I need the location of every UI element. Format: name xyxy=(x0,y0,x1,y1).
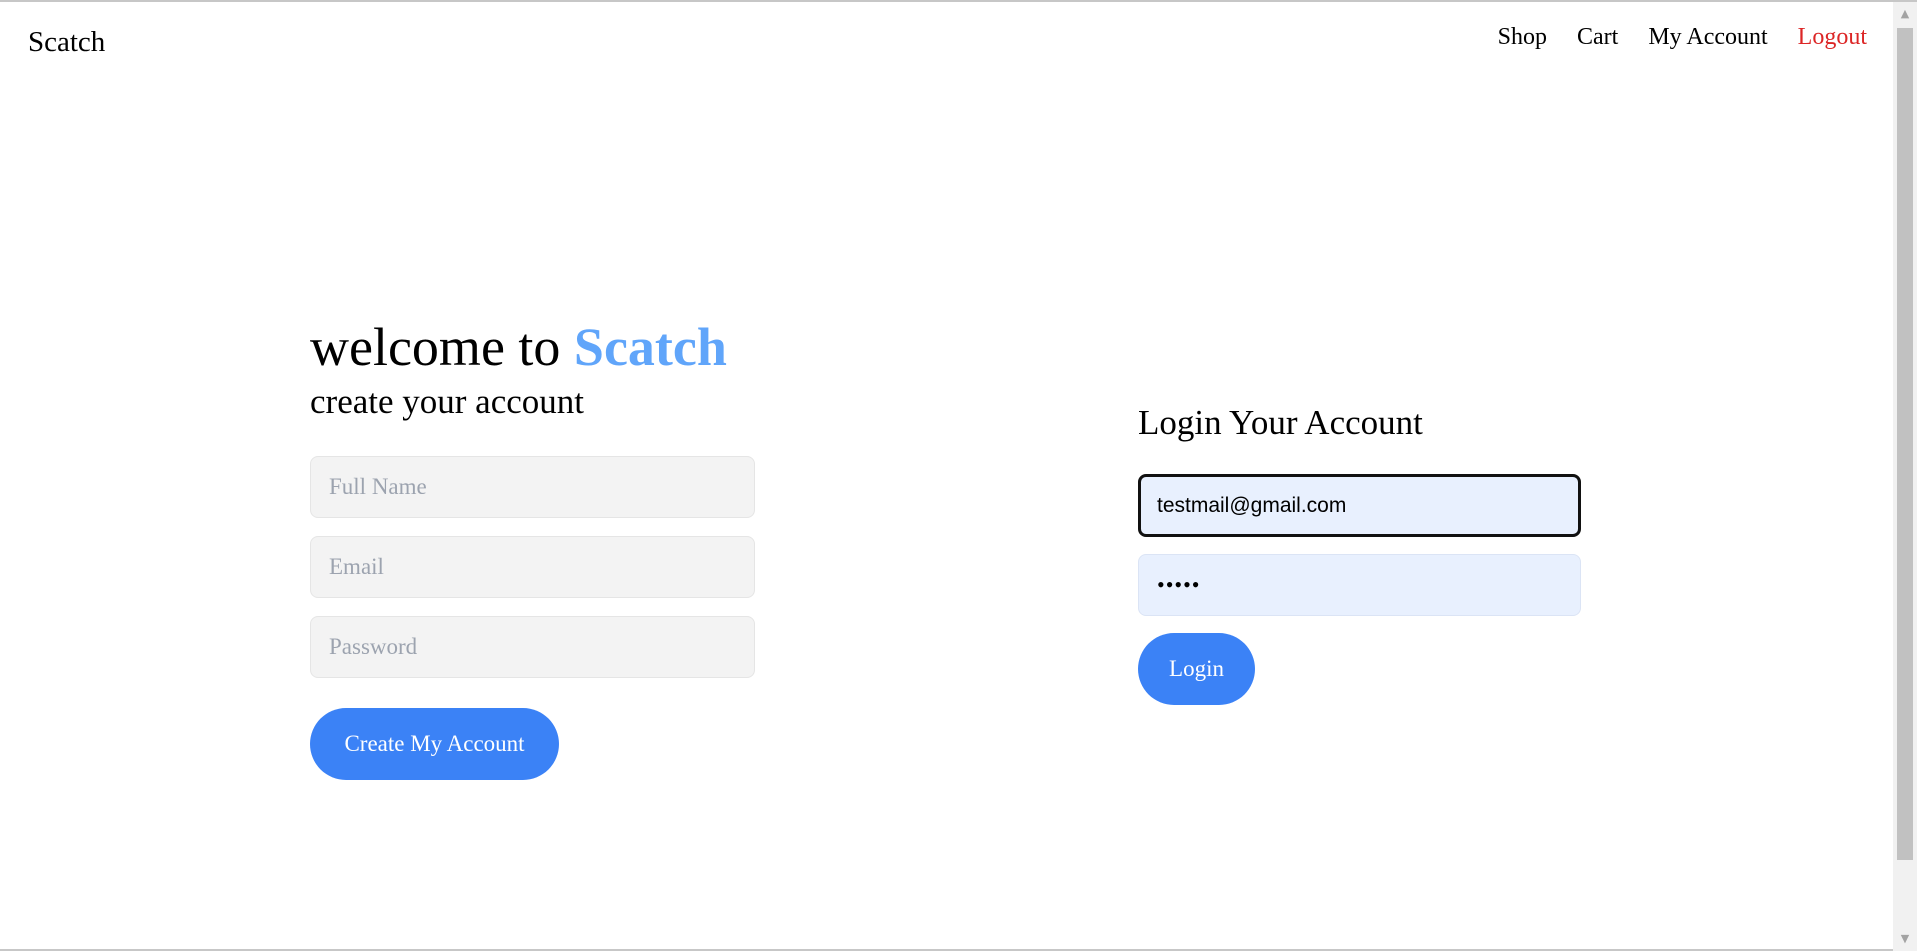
login-password-input[interactable] xyxy=(1138,554,1581,616)
create-account-button[interactable]: Create My Account xyxy=(310,708,559,780)
full-name-input[interactable] xyxy=(310,456,755,518)
nav-link-shop[interactable]: Shop xyxy=(1498,24,1547,51)
scroll-thumb[interactable] xyxy=(1897,28,1913,860)
nav-link-logout[interactable]: Logout xyxy=(1798,24,1867,51)
vertical-scrollbar[interactable]: ▲ ▼ xyxy=(1893,2,1917,951)
nav-link-cart[interactable]: Cart xyxy=(1577,24,1618,51)
nav-links: Shop Cart My Account Logout xyxy=(1498,24,1867,51)
scroll-down-icon[interactable]: ▼ xyxy=(1893,929,1917,949)
page: Scatch Shop Cart My Account Logout welco… xyxy=(0,0,1917,951)
email-input[interactable] xyxy=(310,536,755,598)
navbar: Scatch Shop Cart My Account Logout xyxy=(0,2,1893,82)
login-section: Login Your Account Login xyxy=(1138,402,1581,705)
welcome-brand: Scatch xyxy=(573,317,727,377)
scroll-up-icon[interactable]: ▲ xyxy=(1893,4,1917,24)
register-form: Create My Account xyxy=(310,456,755,780)
register-section: welcome to Scatch create your account Cr… xyxy=(310,320,755,780)
password-input[interactable] xyxy=(310,616,755,678)
login-title: Login Your Account xyxy=(1138,403,1423,442)
register-subtitle: create your account xyxy=(310,382,585,421)
brand-logo[interactable]: Scatch xyxy=(28,26,105,59)
login-button[interactable]: Login xyxy=(1138,633,1255,705)
login-email-input[interactable] xyxy=(1138,474,1581,537)
welcome-prefix: welcome to xyxy=(310,317,561,377)
nav-link-my-account[interactable]: My Account xyxy=(1648,24,1767,51)
welcome-heading: welcome to Scatch xyxy=(310,320,755,374)
